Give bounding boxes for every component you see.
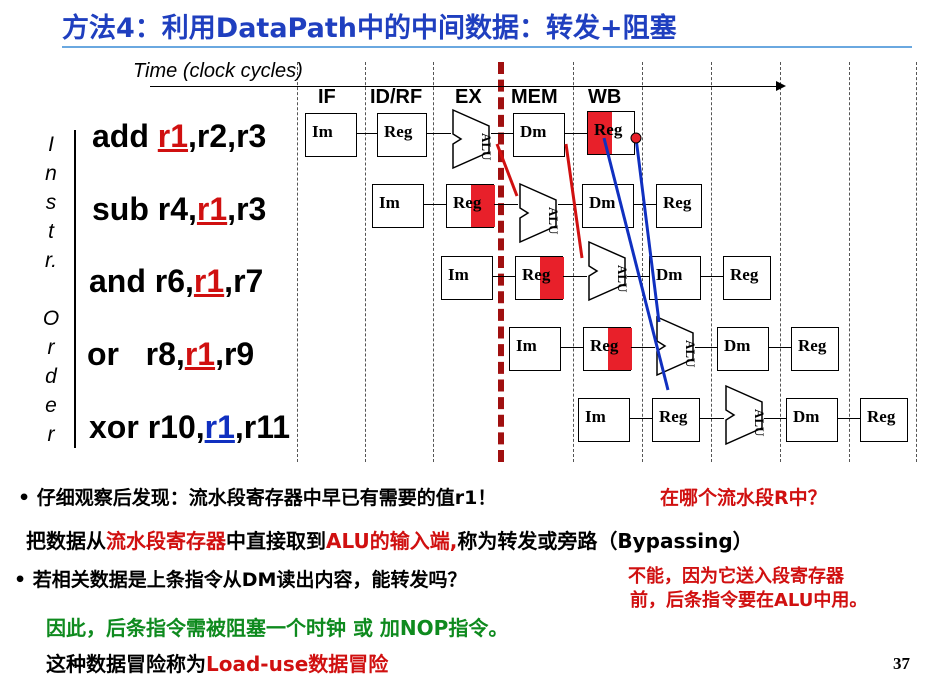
bullet-load-question: • 若相关数据是上条指令从DM读出内容，能转发吗？ bbox=[14, 569, 467, 591]
forward-path-wb-to-xor bbox=[602, 137, 670, 391]
answer-line: 前，后条指令要在ALU中用。 bbox=[630, 590, 868, 611]
page-number: 37 bbox=[893, 654, 910, 673]
stall-conclusion: 因此，后条指令需被阻塞一个时钟 或 加NOP指令。 bbox=[46, 616, 509, 640]
text-highlight: 流水段寄存器 bbox=[106, 529, 226, 553]
bypass-definition: 把数据从流水段寄存器中直接取到ALU的输入端,称为转发或旁路（Bypassing… bbox=[26, 525, 753, 554]
forward-path-ex-to-sub bbox=[495, 143, 519, 197]
text-segment: 这种数据冒险称为 bbox=[46, 652, 206, 676]
forward-path-wb-to-or bbox=[634, 137, 661, 323]
text-segment: 称为转发或旁路（Bypassing） bbox=[457, 529, 753, 553]
writeback-point-icon bbox=[630, 132, 642, 144]
bullet-observation: • 仔细观察后发现：流水段寄存器中早已有需要的值r1！ bbox=[18, 487, 497, 509]
load-use-definition: 这种数据冒险称为Load-use数据冒险 bbox=[46, 648, 388, 677]
text-segment: 把数据从 bbox=[26, 529, 106, 553]
bullet-question: 在哪个流水段R中？ bbox=[660, 487, 827, 509]
text-highlight: ALU的输入端, bbox=[326, 529, 458, 553]
answer-line: 不能，因为它送入段寄存器 bbox=[628, 566, 844, 587]
answer-text: 不能，因为它送入段寄存器 前，后条指令要在ALU中用。 bbox=[628, 565, 867, 613]
forwarding-paths bbox=[495, 132, 670, 391]
text-highlight: Load-use数据冒险 bbox=[206, 652, 389, 676]
text-segment: 中直接取到 bbox=[226, 529, 326, 553]
forward-path-mem-to-and bbox=[564, 143, 584, 259]
